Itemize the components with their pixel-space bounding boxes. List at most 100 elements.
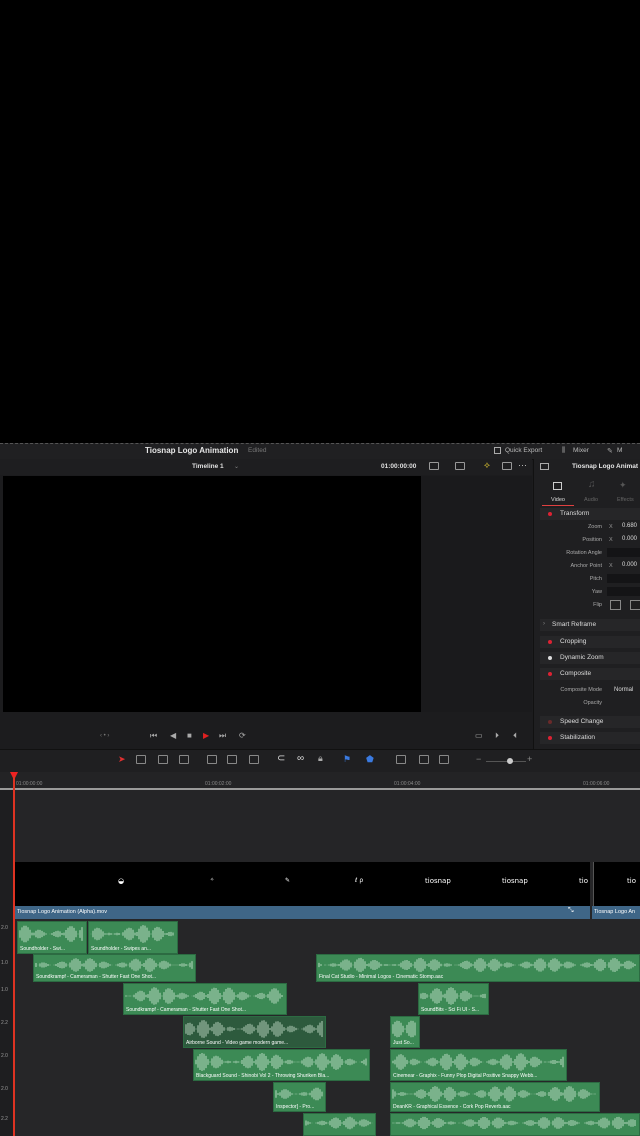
- audio-clip[interactable]: Soundkrampf - Cameraman - Shutter Fast O…: [123, 983, 287, 1015]
- quick-export-button[interactable]: Quick Export: [505, 447, 542, 454]
- audio-clip-label: Soundkrampf - Cameraman - Shutter Fast O…: [126, 1007, 247, 1013]
- video-clip[interactable]: Tiosnap Logo Animation (Alpha).mov ⤡: [15, 906, 590, 919]
- audio-clip[interactable]: Soundholder - Swi...: [17, 921, 87, 954]
- reverse-play-icon[interactable]: ◀: [170, 731, 176, 740]
- waveform: [275, 1087, 323, 1101]
- audio-clip[interactable]: [390, 1113, 640, 1136]
- anchor-x-value[interactable]: 0.000: [622, 562, 637, 568]
- full-extent-zoom-icon[interactable]: [396, 755, 406, 764]
- chevron-down-icon[interactable]: ⌄: [234, 463, 239, 470]
- jog-wheel[interactable]: ‹ • ›: [100, 733, 109, 739]
- timeline-name[interactable]: Timeline 1: [192, 463, 224, 470]
- audio-clip[interactable]: Airborne Sound - Video game modern game.…: [183, 1016, 326, 1048]
- fullscreen-icon[interactable]: ▭: [475, 731, 483, 740]
- loop-icon[interactable]: ⟳: [239, 731, 246, 740]
- enable-dot-icon[interactable]: [548, 736, 552, 740]
- section-label: Cropping: [560, 638, 587, 645]
- waveform: [392, 1116, 636, 1130]
- go-to-end-icon[interactable]: ⏭: [219, 731, 226, 741]
- dynamic-zoom-section[interactable]: Dynamic Zoom: [540, 652, 640, 664]
- tab-video[interactable]: Video: [551, 497, 565, 503]
- audio-clip[interactable]: DeanKR - Graphical Essence - Cork Pop Re…: [390, 1082, 600, 1112]
- audio-clip-label: Airborne Sound - Video game modern game.…: [186, 1040, 289, 1046]
- blade-tool-icon[interactable]: [179, 755, 189, 764]
- enable-dot-icon[interactable]: [548, 640, 552, 644]
- composite-section[interactable]: Composite: [540, 668, 640, 680]
- audio-clip[interactable]: Inspector] - Pro...: [273, 1082, 326, 1112]
- zoom-in-icon[interactable]: +: [527, 754, 532, 764]
- zoom-slider-handle[interactable]: [507, 758, 513, 764]
- go-to-start-icon[interactable]: ⏮: [150, 731, 157, 741]
- more-options-icon[interactable]: ⋯: [518, 460, 527, 471]
- track-level: 2.0: [1, 925, 8, 931]
- logo-thumb-icon: ✎: [285, 877, 291, 884]
- video-clip-thumbnails[interactable]: ◒ ✧ ✎ ℓ ρ tiosnap tiosnap tio: [15, 862, 590, 906]
- zoom-x-value[interactable]: 0.680: [622, 523, 637, 529]
- smart-reframe-section[interactable]: › Smart Reframe: [540, 619, 640, 631]
- position-x-value[interactable]: 0.000: [622, 536, 637, 542]
- enable-dot-icon[interactable]: [548, 672, 552, 676]
- enable-dot-icon[interactable]: [548, 512, 552, 516]
- view-options-icon[interactable]: [455, 462, 465, 470]
- tab-effects[interactable]: Effects: [617, 497, 634, 503]
- prev-clip-icon[interactable]: ⏴: [513, 731, 517, 741]
- speed-change-section[interactable]: Speed Change: [540, 716, 640, 728]
- pitch-field[interactable]: [607, 574, 640, 583]
- audio-clip[interactable]: Final Cat Studio - Minimal Logos - Cinem…: [316, 954, 640, 982]
- flag-icon[interactable]: ⚑: [343, 754, 351, 765]
- lock-icon[interactable]: 🔒︎: [318, 753, 323, 764]
- audio-clip[interactable]: Soundholder - Swipes an...: [88, 921, 178, 954]
- audio-tab-icon[interactable]: ♫: [588, 479, 596, 490]
- video-clip-2-thumbnails[interactable]: tio: [593, 862, 640, 906]
- transform-section[interactable]: Transform: [540, 508, 640, 520]
- stabilization-section[interactable]: Stabilization: [540, 732, 640, 744]
- timeline-ruler[interactable]: 01:00:00:00 01:00:02:00 01:00:04:00 01:0…: [0, 772, 640, 790]
- audio-clip[interactable]: Cinemear - Graphix - Funny Plop Digital …: [390, 1049, 567, 1081]
- rotation-field[interactable]: [607, 548, 640, 557]
- overwrite-clip-icon[interactable]: [227, 755, 237, 764]
- video-clip-2[interactable]: Tiosnap Logo An: [592, 906, 640, 919]
- link-icon[interactable]: ∞: [297, 753, 304, 764]
- composite-mode-select[interactable]: Normal: [614, 687, 633, 693]
- metadata-button[interactable]: M: [617, 447, 622, 454]
- audio-clip[interactable]: [303, 1113, 376, 1136]
- stop-icon[interactable]: ■: [187, 731, 192, 740]
- replace-clip-icon[interactable]: [249, 755, 259, 764]
- selection-tool-icon[interactable]: ➤: [118, 754, 126, 765]
- split-view-icon[interactable]: [502, 462, 512, 470]
- audio-clip[interactable]: Soundkrampf - Cameraman - Shutter Fast O…: [33, 954, 196, 982]
- flip-horizontal-icon[interactable]: [610, 600, 621, 610]
- audio-clip[interactable]: SoundBits - Sci Fi UI - S...: [418, 983, 489, 1015]
- flip-vertical-icon[interactable]: [630, 600, 640, 610]
- thumb-text: tiosnap: [502, 877, 528, 885]
- cropping-section[interactable]: Cropping: [540, 636, 640, 648]
- viewer-canvas[interactable]: [3, 476, 421, 712]
- playhead[interactable]: [13, 776, 15, 1136]
- viewer-size-icon[interactable]: [429, 462, 439, 470]
- empty-track-area[interactable]: [15, 790, 640, 862]
- detail-zoom-icon[interactable]: [419, 755, 429, 764]
- video-tab-icon[interactable]: [553, 482, 562, 490]
- marker-icon[interactable]: ⬟: [366, 754, 374, 765]
- mixer-button[interactable]: Mixer: [573, 447, 589, 454]
- next-clip-icon[interactable]: ⏵: [495, 731, 499, 741]
- viewer-timecode[interactable]: 01:00:00:00: [381, 463, 416, 470]
- tab-audio[interactable]: Audio: [584, 497, 598, 503]
- zoom-out-icon[interactable]: −: [476, 754, 481, 764]
- play-icon[interactable]: ▶: [203, 731, 209, 740]
- audio-clip[interactable]: Blackguard Sound - Shinobi Vol 2 - Throw…: [193, 1049, 370, 1081]
- snapping-icon[interactable]: ⊂: [277, 753, 285, 764]
- dynamic-trim-icon[interactable]: [158, 755, 168, 764]
- custom-zoom-icon[interactable]: [439, 755, 449, 764]
- enable-dot-icon[interactable]: [548, 656, 552, 660]
- section-label: Smart Reframe: [552, 621, 597, 628]
- yaw-field[interactable]: [607, 587, 640, 596]
- waveform: [90, 925, 174, 943]
- effects-tab-icon[interactable]: ✦: [619, 480, 627, 491]
- trim-tool-icon[interactable]: [136, 755, 146, 764]
- audio-clip[interactable]: Just So...: [390, 1016, 420, 1048]
- insert-clip-icon[interactable]: [207, 755, 217, 764]
- wand-icon[interactable]: ⟡: [484, 460, 490, 471]
- zoom-slider[interactable]: [486, 761, 526, 762]
- enable-dot-icon[interactable]: [548, 720, 552, 724]
